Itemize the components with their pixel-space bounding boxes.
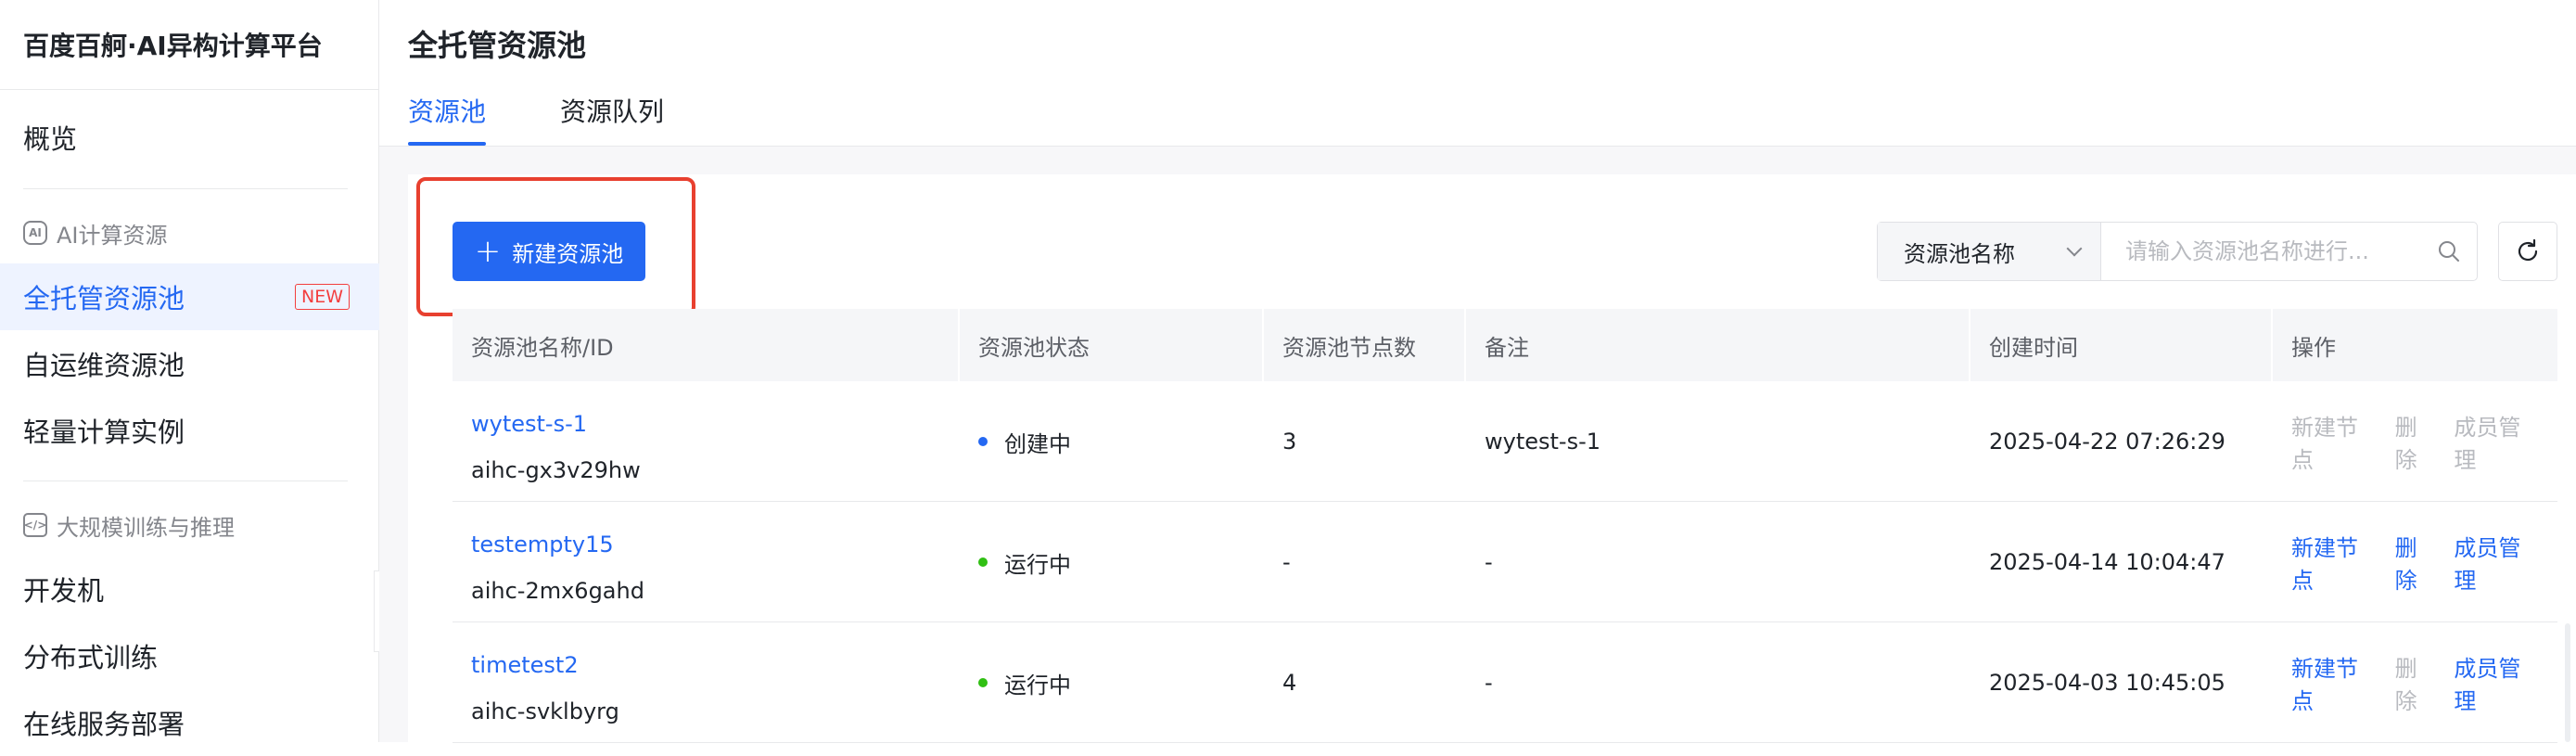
brand-title: 百度百舸·AI异构计算平台 xyxy=(0,0,379,90)
sidebar-item-label: 开发机 xyxy=(23,575,105,607)
cell-remark: - xyxy=(1485,549,1493,575)
add-node-button[interactable]: 新建节点 xyxy=(2291,650,2380,715)
chevron-down-icon xyxy=(2066,240,2083,257)
add-node-button[interactable]: 新建节点 xyxy=(2291,530,2380,595)
pool-name-link[interactable]: wytest-s-1 xyxy=(471,411,587,437)
cell-status: 运行中 xyxy=(960,622,1262,743)
cell-created: 2025-04-22 07:26:29 xyxy=(1989,429,2225,455)
annotation-highlight-box xyxy=(416,177,695,316)
cell-nodes: 3 xyxy=(1282,429,1297,455)
refresh-icon xyxy=(2518,238,2538,262)
delete-button[interactable]: 删除 xyxy=(2395,409,2440,474)
sidebar-item-label: 概览 xyxy=(23,123,78,155)
member-manage-button[interactable]: 成员管理 xyxy=(2454,409,2543,474)
cell-name: wytest-s-1 aihc-gx3v29hw xyxy=(453,381,958,502)
sidebar-item-label: 在线服务部署 xyxy=(23,709,185,740)
cell-remark: wytest-s-1 xyxy=(1485,429,1601,455)
sidebar-item-managed-pool[interactable]: 全托管资源池 NEW xyxy=(0,263,379,330)
status-text: 运行中 xyxy=(1004,551,1071,578)
status-dot-icon xyxy=(978,557,988,567)
column-header-status: 资源池状态 xyxy=(978,334,1090,361)
delete-button[interactable]: 删除 xyxy=(2395,650,2440,715)
cell-remark: - xyxy=(1485,670,1493,696)
sidebar-group-training: </> 大规模训练与推理 xyxy=(23,506,235,544)
search-input[interactable] xyxy=(2101,223,2421,280)
member-manage-button[interactable]: 成员管理 xyxy=(2454,530,2543,595)
status-dot-icon xyxy=(978,678,988,687)
cell-actions: 新建节点 删除 成员管理 xyxy=(2273,502,2557,622)
sidebar-item-online-service[interactable]: 在线服务部署 xyxy=(0,689,379,756)
sidebar-item-label: 轻量计算实例 xyxy=(23,416,185,448)
cell-nodes: - xyxy=(1282,549,1291,575)
search-bar: 资源池名称 xyxy=(1877,222,2478,281)
sidebar-item-label: 全托管资源池 xyxy=(23,283,185,314)
sidebar-item-label: 自运维资源池 xyxy=(23,350,185,381)
sidebar-item-light-instance[interactable]: 轻量计算实例 xyxy=(0,397,379,464)
sidebar-divider xyxy=(23,188,348,189)
sidebar-item-label: 分布式训练 xyxy=(23,642,159,673)
sidebar-item-distributed-training[interactable]: 分布式训练 xyxy=(0,622,379,689)
table-row: wytest-s-1 aihc-gx3v29hw 创建中 3 wytest-s-… xyxy=(453,381,2557,502)
member-manage-button[interactable]: 成员管理 xyxy=(2454,650,2543,715)
cell-name: timetest2 aihc-svklbyrg xyxy=(453,622,958,743)
column-header-name: 资源池名称/ID xyxy=(471,334,614,361)
tab-resource-pool[interactable]: 资源池 xyxy=(408,87,486,134)
pool-name-link[interactable]: testempty15 xyxy=(471,532,614,557)
search-field-value: 资源池名称 xyxy=(1904,240,2015,267)
table-row: testempty15 aihc-2mx6gahd 运行中 - - 2025-0… xyxy=(453,502,2557,622)
pool-id: aihc-gx3v29hw xyxy=(471,457,641,483)
column-header-remark: 备注 xyxy=(1485,334,1529,361)
cell-status: 运行中 xyxy=(960,502,1262,622)
pool-id: aihc-svklbyrg xyxy=(471,698,619,724)
cell-actions: 新建节点 删除 成员管理 xyxy=(2273,381,2557,502)
page-title: 全托管资源池 xyxy=(408,28,587,63)
delete-button[interactable]: 删除 xyxy=(2395,530,2440,595)
table-row: timetest2 aihc-svklbyrg 运行中 4 - 2025-04-… xyxy=(453,622,2557,743)
sidebar-item-overview[interactable]: 概览 xyxy=(0,104,379,171)
cell-actions: 新建节点 删除 成员管理 xyxy=(2273,622,2557,743)
scrollbar[interactable] xyxy=(2565,623,2570,742)
column-header-actions: 操作 xyxy=(2291,334,2336,361)
refresh-button[interactable] xyxy=(2498,222,2557,281)
new-badge: NEW xyxy=(294,284,350,310)
pool-id: aihc-2mx6gahd xyxy=(471,578,644,604)
column-header-nodes: 资源池节点数 xyxy=(1282,334,1416,361)
sidebar-group-label: 大规模训练与推理 xyxy=(57,514,235,541)
code-icon: </> xyxy=(23,513,47,537)
status-text: 运行中 xyxy=(1004,672,1071,698)
tab-resource-queue[interactable]: 资源队列 xyxy=(560,87,664,134)
search-icon[interactable] xyxy=(2421,223,2477,280)
cell-name: testempty15 aihc-2mx6gahd xyxy=(453,502,958,622)
table-header: 资源池名称/ID 资源池状态 资源池节点数 备注 创建时间 操作 xyxy=(453,309,2557,381)
sidebar-item-self-managed-pool[interactable]: 自运维资源池 xyxy=(0,330,379,397)
ai-chip-icon: AI xyxy=(23,221,47,245)
cell-created: 2025-04-14 10:04:47 xyxy=(1989,549,2225,575)
sidebar-group-ai-resources: AI AI计算资源 xyxy=(23,214,168,251)
pool-name-link[interactable]: timetest2 xyxy=(471,652,579,678)
cell-status: 创建中 xyxy=(960,381,1262,502)
add-node-button[interactable]: 新建节点 xyxy=(2291,409,2380,474)
column-header-created: 创建时间 xyxy=(1989,334,2078,361)
cell-created: 2025-04-03 10:45:05 xyxy=(1989,670,2225,696)
sidebar-item-dev-machine[interactable]: 开发机 xyxy=(0,556,379,622)
cell-nodes: 4 xyxy=(1282,670,1297,696)
status-dot-icon xyxy=(978,437,988,446)
status-text: 创建中 xyxy=(1004,430,1071,457)
sidebar-group-label: AI计算资源 xyxy=(57,222,168,249)
sidebar: 百度百舸·AI异构计算平台 概览 AI AI计算资源 全托管资源池 NEW 自运… xyxy=(0,0,379,742)
search-field-select[interactable]: 资源池名称 xyxy=(1878,223,2101,280)
